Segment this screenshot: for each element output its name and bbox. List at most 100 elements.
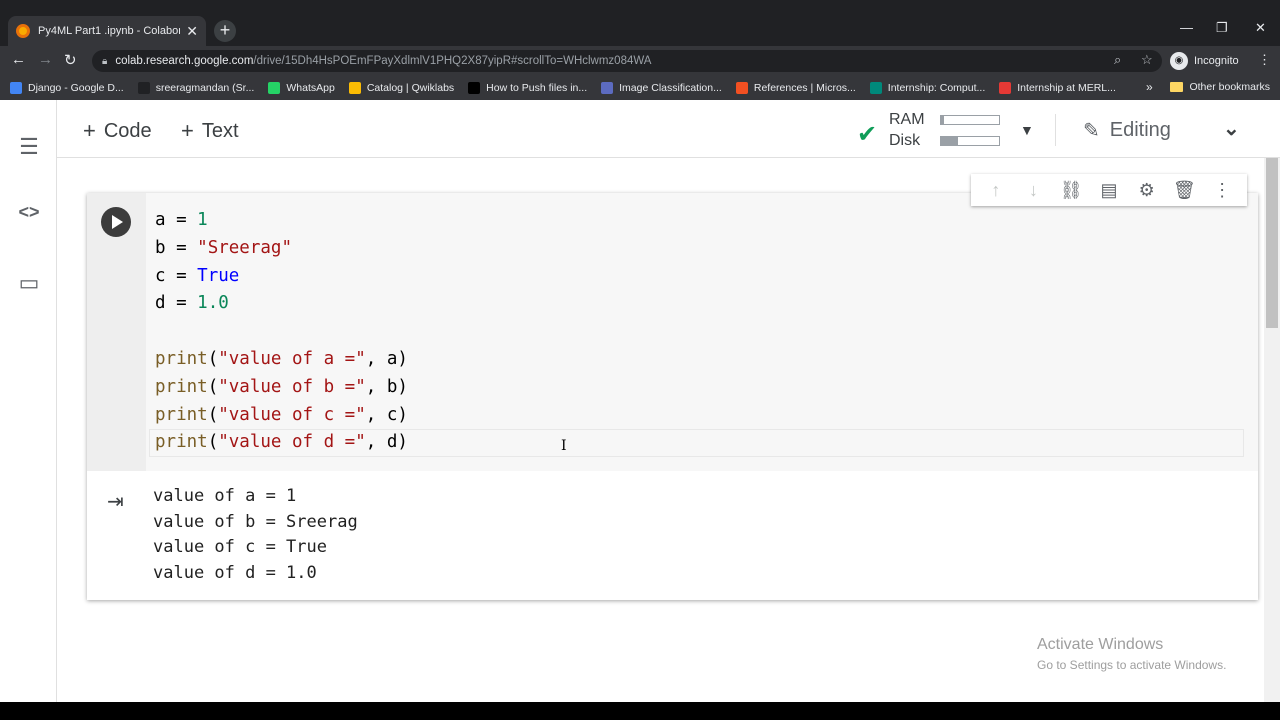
code-cell[interactable]: a = 1b = "Sreerag" c = True d = 1.0 print(… <box>87 174 1258 600</box>
code-line[interactable]: print("value of c =", c) <box>155 402 408 430</box>
code-editor[interactable]: a = 1b = "Sreerag" c = True d = 1.0 print(… <box>87 193 1258 471</box>
disk-bar <box>940 136 1000 146</box>
address-bar[interactable]: 🔒︎ colab.research.google.com/drive/15Dh4… <box>92 50 1162 72</box>
add-code-label: Code <box>103 119 152 142</box>
more-options-icon[interactable]: ⋮ <box>1209 180 1235 201</box>
github-icon <box>137 82 150 94</box>
code-line[interactable]: print("value of a =", a) <box>155 346 408 374</box>
add-text-label: Text <box>201 119 239 142</box>
toolbar-divider <box>1055 114 1056 146</box>
code-text[interactable]: a = 1b = "Sreerag" c = True d = 1.0 print(… <box>155 207 408 457</box>
ram-bar <box>940 115 1000 125</box>
run-cell-button[interactable] <box>101 207 131 237</box>
merl-icon <box>999 82 1012 94</box>
bookmark-item[interactable]: Catalog | Qwiklabs <box>348 82 455 94</box>
comment-icon[interactable]: ▤ <box>1096 180 1122 201</box>
watermark-title: Activate Windows <box>1037 636 1164 653</box>
browser-toolbar: ← → ↻ 🔒︎ colab.research.google.com/drive… <box>0 46 1280 76</box>
back-icon[interactable]: ← <box>11 51 26 68</box>
bookmark-label: sreeragmandan (Sr... <box>155 82 255 94</box>
scrollbar-thumb[interactable] <box>1266 158 1278 328</box>
more-bookmarks-icon[interactable]: » <box>1146 80 1153 94</box>
incognito-label: Incognito <box>1194 55 1239 67</box>
minimize-icon[interactable]: — <box>1180 20 1193 35</box>
cell-toolbar: ↑ ↓ ⛓ ▤ ⚙ 🗑︎ ⋮ <box>971 174 1247 206</box>
connected-check-icon: ✔ <box>857 121 878 148</box>
qwiklabs-icon <box>348 82 361 94</box>
code-line[interactable]: a = 1 <box>155 207 408 235</box>
colab-favicon-icon <box>16 24 30 38</box>
files-icon[interactable]: ▭ <box>16 270 42 296</box>
output-line: value of d = 1.0 <box>153 562 317 583</box>
bookmark-label: References | Micros... <box>753 82 856 94</box>
bookmark-item[interactable]: Django - Google D... <box>10 82 124 94</box>
cell-output: ⇥ value of a = 1 value of b = Sreerag valu… <box>87 471 1258 600</box>
bookmark-star-icon[interactable]: ☆ <box>1141 52 1153 68</box>
site-icon <box>601 82 614 94</box>
code-line[interactable]: print("value of b =", b) <box>155 374 408 402</box>
watermark-subtitle: Go to Settings to activate Windows. <box>1037 658 1227 672</box>
browser-tab-strip: Py4ML Part1 .ipynb - Colaborato ✕ + — ❐ … <box>0 0 1280 46</box>
caret-down-icon[interactable]: ▼ <box>1020 122 1034 138</box>
add-text-button[interactable]: + Text <box>181 118 239 144</box>
browser-tab[interactable]: Py4ML Part1 .ipynb - Colaborato ✕ <box>8 16 206 46</box>
bookmark-label: Internship at MERL... <box>1017 82 1116 94</box>
bookmark-label: Catalog | Qwiklabs <box>366 82 455 94</box>
ram-bar-fill <box>941 116 944 124</box>
left-rail: ☰ <> ▭ <box>0 100 57 702</box>
reload-icon[interactable]: ↻ <box>64 51 77 69</box>
code-line[interactable] <box>155 318 408 346</box>
medium-icon <box>468 82 481 94</box>
code-snippets-icon[interactable]: <> <box>16 202 42 223</box>
bookmark-item[interactable]: How to Push files in... <box>468 82 587 94</box>
bookmark-item[interactable]: References | Micros... <box>735 82 856 94</box>
add-code-button[interactable]: + Code <box>83 118 152 144</box>
microsoft-icon <box>735 82 748 94</box>
pencil-icon: ✎ <box>1083 120 1100 142</box>
scrollbar[interactable] <box>1264 158 1280 702</box>
plus-icon: + <box>181 118 194 143</box>
bookmark-item[interactable]: Internship: Comput... <box>869 82 986 94</box>
text-cursor-icon: I <box>561 438 567 454</box>
docs-icon <box>10 82 22 94</box>
bookmarks-bar: Django - Google D... sreeragmandan (Sr...… <box>0 76 1280 100</box>
code-line[interactable]: c = True <box>155 263 408 291</box>
close-tab-icon[interactable]: ✕ <box>186 23 198 40</box>
incognito-icon: ◉ <box>1170 52 1188 70</box>
move-up-icon[interactable]: ↑ <box>983 180 1009 201</box>
incognito-indicator[interactable]: ◉ Incognito <box>1170 50 1239 72</box>
chevron-down-icon[interactable]: ⌄ <box>1223 116 1240 141</box>
resources-indicator[interactable]: ✔ RAM Disk ▼ <box>857 108 1047 152</box>
code-line[interactable]: print("value of d =", d) <box>155 429 408 457</box>
notebook-toolbar: + Code + Text ✔ RAM Disk ▼ ✎ Editing ⌄ <box>57 100 1280 158</box>
browser-menu-icon[interactable]: ⋮ <box>1258 52 1271 68</box>
bookmark-label: How to Push files in... <box>486 82 588 94</box>
bookmark-item[interactable]: sreeragmandan (Sr... <box>137 82 255 94</box>
output-line: value of b = Sreerag <box>153 511 358 532</box>
editing-mode-button[interactable]: ✎ Editing <box>1083 118 1171 143</box>
forward-icon[interactable]: → <box>38 51 53 68</box>
settings-gear-icon[interactable]: ⚙ <box>1134 180 1160 201</box>
tab-title: Py4ML Part1 .ipynb - Colaborato <box>38 25 181 37</box>
bookmark-item[interactable]: WhatsApp <box>268 82 335 94</box>
bookmark-item[interactable]: Image Classification... <box>601 82 722 94</box>
code-line[interactable]: b = "Sreerag" <box>155 235 408 263</box>
other-bookmarks[interactable]: Other bookmarks <box>1170 81 1270 93</box>
table-of-contents-icon[interactable]: ☰ <box>16 134 42 160</box>
delete-icon[interactable]: 🗑︎ <box>1171 180 1197 201</box>
disk-label: Disk <box>889 132 921 149</box>
new-tab-button[interactable]: + <box>214 20 236 42</box>
bookmark-label: Internship: Comput... <box>887 82 986 94</box>
folder-icon <box>1170 82 1184 92</box>
link-icon[interactable]: ⛓ <box>1058 180 1084 201</box>
output-exit-icon[interactable]: ⇥ <box>107 489 124 514</box>
zoom-icon[interactable]: ⌕ <box>1114 52 1121 68</box>
bookmark-item[interactable]: Internship at MERL... <box>999 82 1116 94</box>
code-line[interactable]: d = 1.0 <box>155 290 408 318</box>
lock-icon: 🔒︎ <box>102 55 108 67</box>
restore-icon[interactable]: ❐ <box>1216 20 1228 36</box>
site-icon <box>869 82 882 94</box>
close-window-icon[interactable]: ✕ <box>1255 20 1266 36</box>
output-line: value of c = True <box>153 537 327 557</box>
move-down-icon[interactable]: ↓ <box>1021 180 1047 201</box>
